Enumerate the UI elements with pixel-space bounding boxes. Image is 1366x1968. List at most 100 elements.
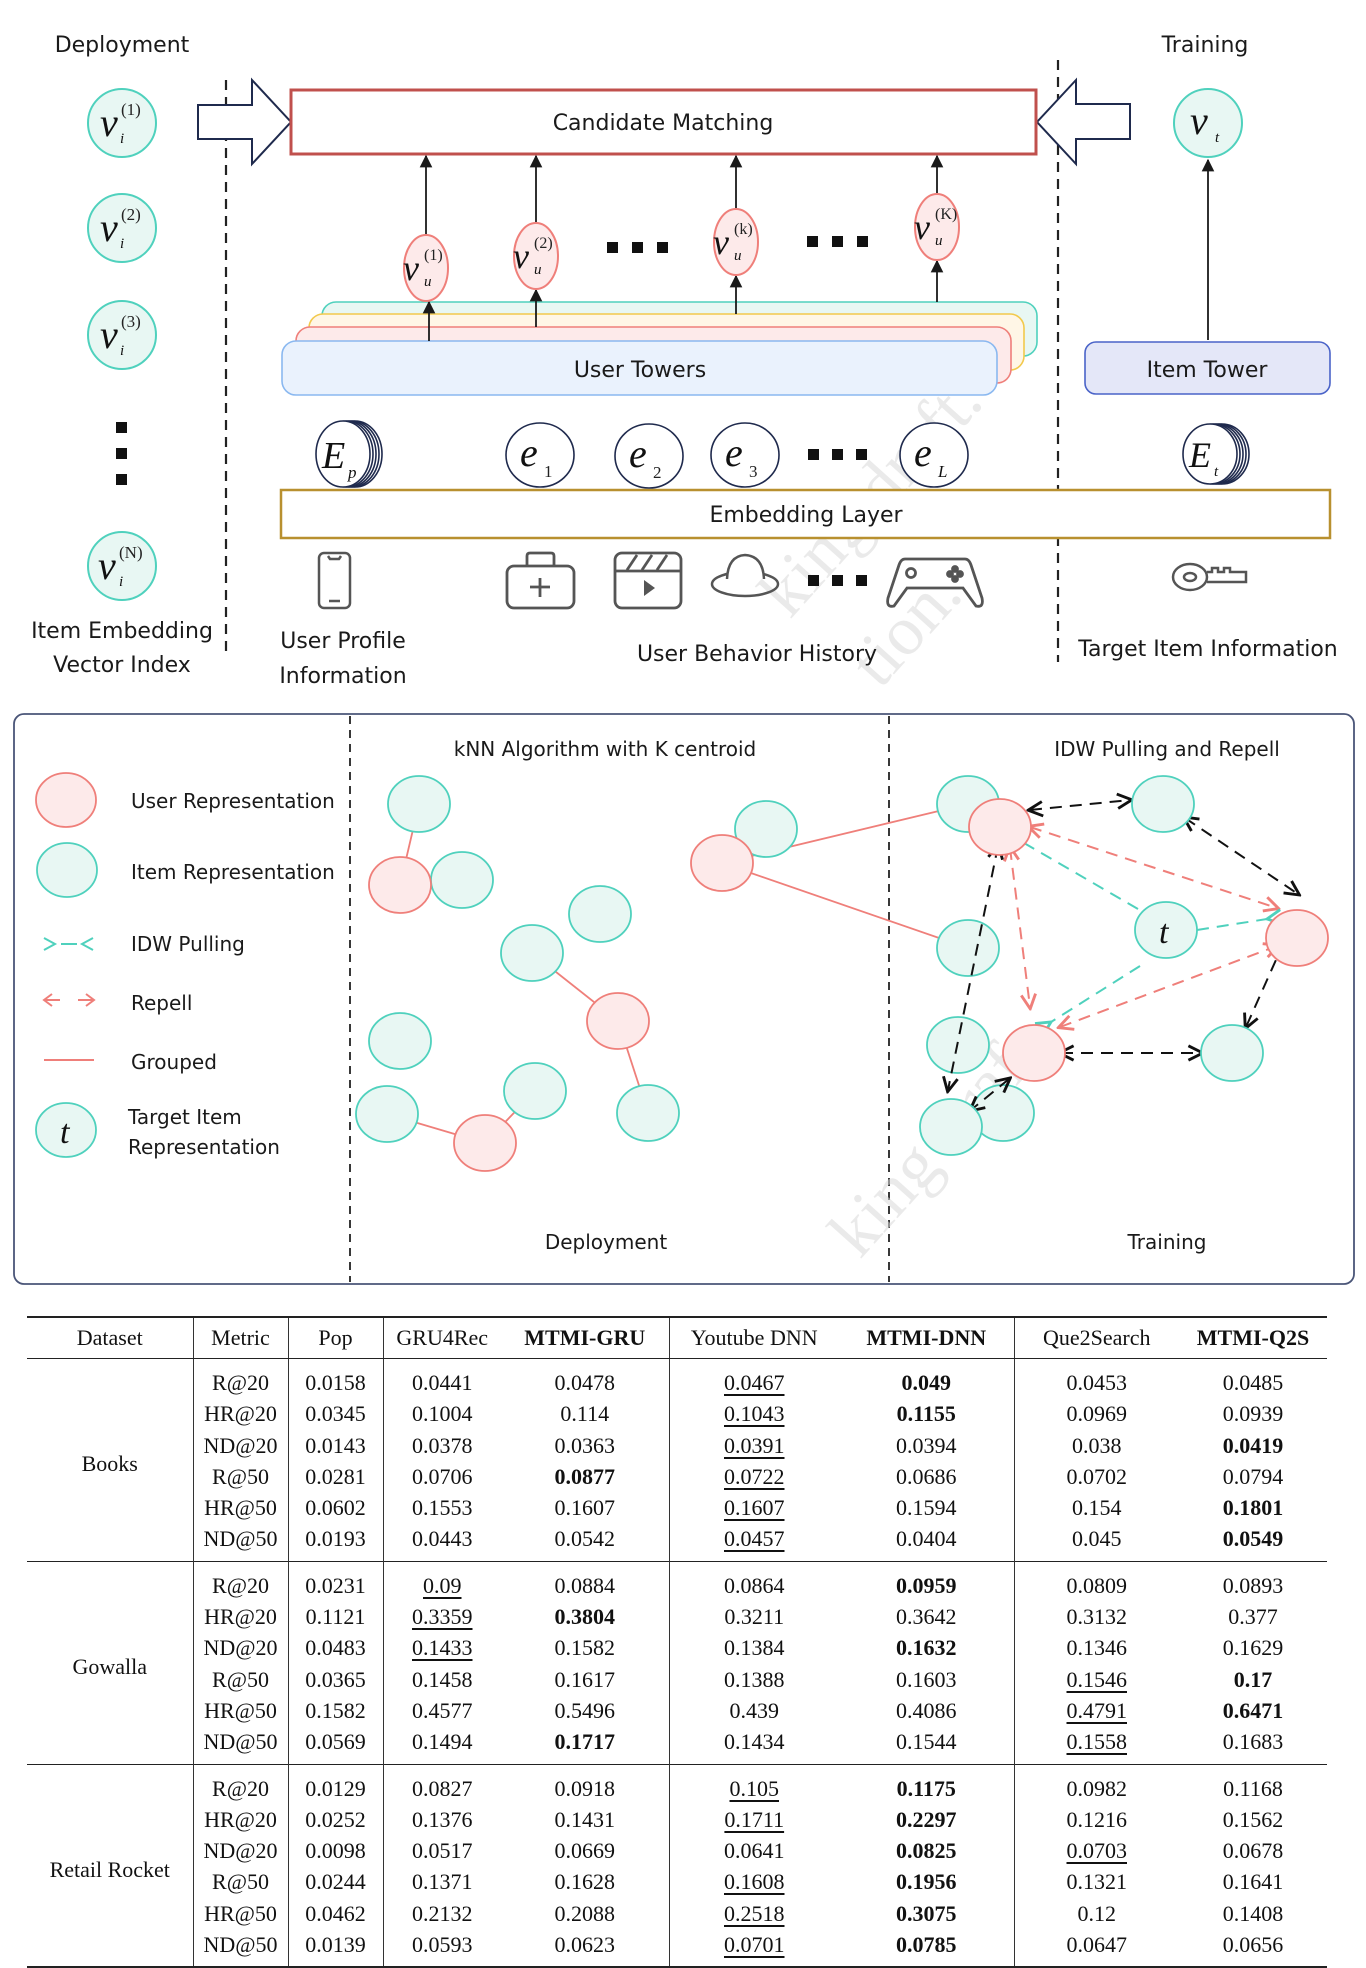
training-label: Training	[1161, 33, 1249, 58]
metric-value: 0.1121	[288, 1601, 384, 1633]
target-symbol: t	[1159, 914, 1170, 951]
results-table: Dataset Metric Pop GRU4Rec MTMI-GRU Youtube D…	[27, 1316, 1327, 1968]
metric-value: 0.0656	[1222, 1932, 1284, 1958]
metric-value: 0.1956	[839, 1866, 1015, 1898]
column-header: MTMI-DNN	[839, 1316, 1015, 1359]
column-header: MTMI-GRU	[501, 1316, 670, 1359]
svg-text:E: E	[321, 435, 345, 477]
metric-value: 0.0363	[501, 1429, 670, 1461]
metric-value: 0.1155	[839, 1398, 1015, 1430]
item-index-label: Item Embedding	[31, 619, 213, 644]
metric-value: 0.0478	[501, 1358, 670, 1399]
svg-text:u: u	[734, 248, 742, 264]
metric-value: 0.0193	[288, 1523, 384, 1562]
svg-text:v: v	[914, 207, 930, 247]
metric-value: 0.1711	[724, 1806, 785, 1832]
table-row: HR@20 0.0252 0.1376 0.1431 0.1711 0.2297 0.121…	[27, 1803, 1327, 1836]
metric-value: 0.4791	[1066, 1697, 1128, 1723]
column-header: MTMI-Q2S	[1179, 1316, 1327, 1359]
metric-value: 0.0809	[1066, 1572, 1128, 1598]
metric-value: 0.0678	[1222, 1838, 1284, 1864]
knn-title: kNN Algorithm with K centroid	[454, 737, 757, 761]
metric-value: 0.1376	[412, 1806, 473, 1832]
svg-text:i: i	[120, 131, 124, 147]
metric-value: 0.0706	[412, 1463, 473, 1489]
svg-text:v: v	[98, 543, 116, 588]
user-node	[586, 992, 650, 1050]
table-row: ND@20 0.0483 0.1433 0.1582 0.1384 0.1632 0.134…	[27, 1632, 1327, 1664]
metric-value: 0.3132	[1066, 1604, 1128, 1630]
metric-value: 0.1004	[412, 1401, 473, 1427]
behavior-embedding-1: e 1	[505, 422, 575, 488]
metric-value: 0.0703	[1066, 1838, 1128, 1864]
metric-value: 0.1216	[1066, 1806, 1128, 1832]
metric-value: 0.0483	[288, 1632, 384, 1664]
metric-value: 0.3642	[839, 1601, 1015, 1633]
item-node	[616, 1084, 680, 1142]
svg-text:(1): (1)	[424, 247, 443, 264]
metric-value: 0.1388	[724, 1666, 785, 1692]
metric-value: 0.1717	[501, 1726, 670, 1765]
svg-text:IDW Pulling: IDW Pulling	[131, 932, 245, 956]
metric-value: 0.2132	[412, 1900, 473, 1926]
user-behavior-label: User Behavior History	[637, 642, 877, 667]
metric-value: 0.0231	[288, 1561, 384, 1602]
metric-value: 0.1607	[501, 1492, 670, 1524]
table-row: HR@50 0.0602 0.1553 0.1607 0.1607 0.1594 0.154…	[27, 1492, 1327, 1524]
svg-text:Item Representation: Item Representation	[131, 860, 335, 884]
svg-text:u: u	[534, 262, 542, 278]
item-vector-1: v (1) i	[87, 88, 157, 158]
metric-value: 0.1582	[501, 1632, 670, 1664]
representation-panel: king draft. User Representation Item Rep…	[13, 713, 1355, 1285]
metric-value: 0.0825	[839, 1835, 1015, 1867]
metric-value: 0.3359	[412, 1604, 473, 1630]
metric-value: 0.0884	[501, 1561, 670, 1602]
metric-value: 0.0602	[288, 1492, 384, 1524]
horizontal-ellipsis-icon	[607, 242, 668, 253]
metric-value: 0.0959	[839, 1561, 1015, 1602]
table-row: R@50 0.0281 0.0706 0.0877 0.0722 0.0686 0.0702…	[27, 1460, 1327, 1493]
svg-text:Representation: Representation	[128, 1135, 280, 1159]
table-row: Retail Rocket R@20 0.0129 0.0827 0.0918 0.105…	[27, 1764, 1327, 1968]
table-header-row: Dataset Metric Pop GRU4Rec MTMI-GRU Youtube D…	[27, 1316, 1327, 1359]
table-row: ND@50 0.0569 0.1494 0.1717 0.1434 0.1544 0.155…	[27, 1726, 1327, 1765]
svg-text:Target Item: Target Item	[127, 1105, 242, 1129]
svg-text:L: L	[937, 462, 947, 481]
metric-value: 0.0701	[724, 1932, 785, 1958]
metric-value: 0.1431	[501, 1803, 670, 1836]
metric-name: HR@20	[193, 1398, 289, 1430]
metric-value: 0.0467	[724, 1370, 785, 1395]
metric-value: 0.1632	[839, 1632, 1015, 1664]
deployment-label: Deployment	[55, 33, 190, 58]
metric-value: 0.1434	[724, 1729, 785, 1755]
metric-value: 0.0982	[1066, 1775, 1128, 1801]
metric-value: 0.1168	[1223, 1775, 1283, 1801]
metric-value: 0.0098	[288, 1835, 384, 1867]
svg-text:u: u	[935, 233, 943, 249]
embedding-layer-label: Embedding Layer	[709, 503, 903, 528]
svg-text:User Representation: User Representation	[131, 789, 335, 813]
metric-value: 0.1594	[839, 1492, 1015, 1524]
metric-name: ND@20	[193, 1429, 289, 1461]
behavior-embedding-l: e L	[899, 422, 969, 488]
metric-value: 0.0517	[412, 1838, 473, 1864]
svg-text:i: i	[120, 343, 124, 359]
metric-value: 0.4577	[412, 1697, 473, 1723]
metric-value: 0.4086	[839, 1694, 1015, 1727]
column-header: Metric	[193, 1316, 289, 1359]
metric-value: 0.1175	[839, 1764, 1015, 1804]
metric-value: 0.0939	[1222, 1401, 1284, 1427]
metric-value: 0.1553	[412, 1495, 473, 1521]
table-row: ND@20 0.0143 0.0378 0.0363 0.0391 0.0394 0.038…	[27, 1429, 1327, 1461]
metric-name: HR@20	[193, 1803, 289, 1836]
dataset-name: Books	[27, 1358, 194, 1562]
metric-value: 0.0252	[288, 1803, 384, 1836]
idw-title: IDW Pulling and Repell	[1054, 737, 1280, 761]
metric-name: R@20	[193, 1561, 289, 1602]
column-header: Pop	[288, 1316, 384, 1359]
svg-text:(2): (2)	[121, 205, 141, 224]
metric-value: 0.0365	[288, 1663, 384, 1695]
metric-value: 0.1408	[1222, 1900, 1284, 1926]
metric-value: 0.0462	[288, 1897, 384, 1930]
metric-value: 0.17	[1233, 1666, 1273, 1692]
